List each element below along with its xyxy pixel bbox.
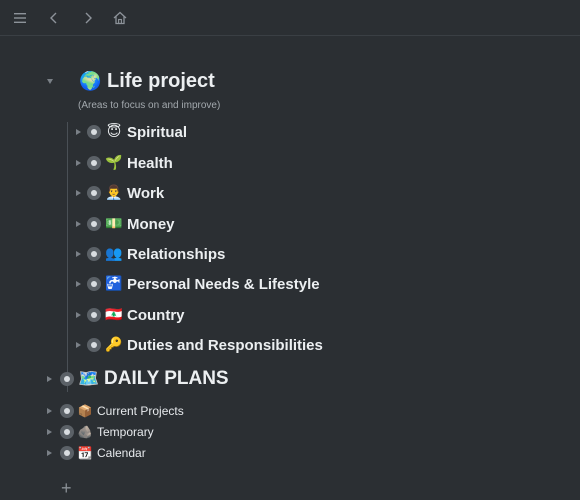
- expand-caret[interactable]: [47, 408, 52, 414]
- bullet-icon[interactable]: [60, 372, 74, 386]
- expand-caret[interactable]: [76, 251, 81, 257]
- list-item-label[interactable]: Work: [127, 185, 164, 202]
- collapse-caret[interactable]: [47, 78, 53, 84]
- expand-caret[interactable]: [47, 376, 52, 382]
- flag-emoji: 🇱🇧: [105, 307, 123, 323]
- page-subtitle: (Areas to focus on and improve): [78, 100, 221, 111]
- list-item-personal-needs[interactable]: 🚰 Personal Needs & Lifestyle: [76, 275, 320, 293]
- bullet-icon[interactable]: [87, 338, 101, 352]
- expand-caret[interactable]: [76, 221, 81, 227]
- expand-caret[interactable]: [76, 312, 81, 318]
- map-emoji: 🗺️: [78, 369, 100, 389]
- outline-content: 🌍 Life project (Areas to focus on and im…: [0, 36, 580, 500]
- seedling-emoji: 🌱: [105, 155, 123, 171]
- rock-emoji: 🪨: [77, 425, 93, 439]
- globe-emoji: 🌍: [79, 70, 102, 92]
- chevron-right-icon[interactable]: [80, 10, 96, 26]
- page-title[interactable]: Life project: [107, 70, 215, 93]
- list-item-label[interactable]: Calendar: [97, 446, 146, 460]
- key-emoji: 🔑: [105, 337, 123, 353]
- bullet-icon[interactable]: [87, 277, 101, 291]
- list-item-label[interactable]: Money: [127, 216, 175, 233]
- list-item-health[interactable]: 🌱 Health: [76, 154, 173, 172]
- title-row: 🌍 Life project: [47, 70, 215, 92]
- hamburger-menu-icon[interactable]: [12, 10, 28, 26]
- list-item-label[interactable]: Country: [127, 307, 185, 324]
- expand-caret[interactable]: [76, 342, 81, 348]
- bullet-icon[interactable]: [87, 125, 101, 139]
- money-emoji: 💵: [105, 216, 123, 232]
- home-icon[interactable]: [112, 10, 128, 26]
- list-item-duties[interactable]: 🔑 Duties and Responsibilities: [76, 336, 323, 354]
- list-item-calendar[interactable]: 📆 Calendar: [47, 445, 146, 461]
- bullet-icon[interactable]: [87, 247, 101, 261]
- expand-caret[interactable]: [76, 129, 81, 135]
- list-item-label[interactable]: Current Projects: [97, 404, 184, 418]
- bullet-icon[interactable]: [60, 446, 74, 460]
- bullet-icon[interactable]: [87, 156, 101, 170]
- bullet-icon[interactable]: [60, 425, 74, 439]
- toolbar: [0, 0, 580, 36]
- expand-caret[interactable]: [47, 429, 52, 435]
- list-item-label[interactable]: DAILY PLANS: [104, 368, 229, 390]
- expand-caret[interactable]: [47, 450, 52, 456]
- bullet-icon[interactable]: [60, 404, 74, 418]
- list-item-label[interactable]: Duties and Responsibilities: [127, 337, 323, 354]
- list-item-label[interactable]: Relationships: [127, 246, 225, 263]
- bullet-icon[interactable]: [87, 217, 101, 231]
- chevron-left-icon[interactable]: [46, 10, 62, 26]
- calendar-emoji: 📆: [77, 446, 93, 460]
- expand-caret[interactable]: [76, 281, 81, 287]
- bullet-icon[interactable]: [87, 186, 101, 200]
- angel-emoji: 😇: [106, 124, 122, 140]
- bullet-icon[interactable]: [87, 308, 101, 322]
- list-item-label[interactable]: Spiritual: [127, 124, 187, 141]
- list-item-money[interactable]: 💵 Money: [76, 215, 175, 233]
- add-item-button[interactable]: +: [61, 479, 72, 497]
- list-item-label[interactable]: Temporary: [97, 425, 154, 439]
- list-item-work[interactable]: 👨‍💼 Work: [76, 184, 164, 202]
- expand-caret[interactable]: [76, 160, 81, 166]
- list-item-current-projects[interactable]: 📦 Current Projects: [47, 403, 184, 419]
- list-item-label[interactable]: Personal Needs & Lifestyle: [127, 276, 320, 293]
- children-guide-line: [67, 122, 68, 392]
- office-worker-emoji: 👨‍💼: [105, 185, 123, 201]
- list-item-country[interactable]: 🇱🇧 Country: [76, 306, 185, 324]
- list-item-label[interactable]: Health: [127, 155, 173, 172]
- list-item-temporary[interactable]: 🪨 Temporary: [47, 424, 154, 440]
- list-item-relationships[interactable]: 👥 Relationships: [76, 245, 225, 263]
- expand-caret[interactable]: [76, 190, 81, 196]
- people-emoji: 👥: [105, 246, 123, 262]
- package-emoji: 📦: [77, 404, 93, 418]
- water-tap-emoji: 🚰: [105, 276, 123, 292]
- list-item-spiritual[interactable]: 😇 Spiritual: [76, 123, 187, 141]
- list-item-daily-plans[interactable]: 🗺️ DAILY PLANS: [47, 368, 229, 390]
